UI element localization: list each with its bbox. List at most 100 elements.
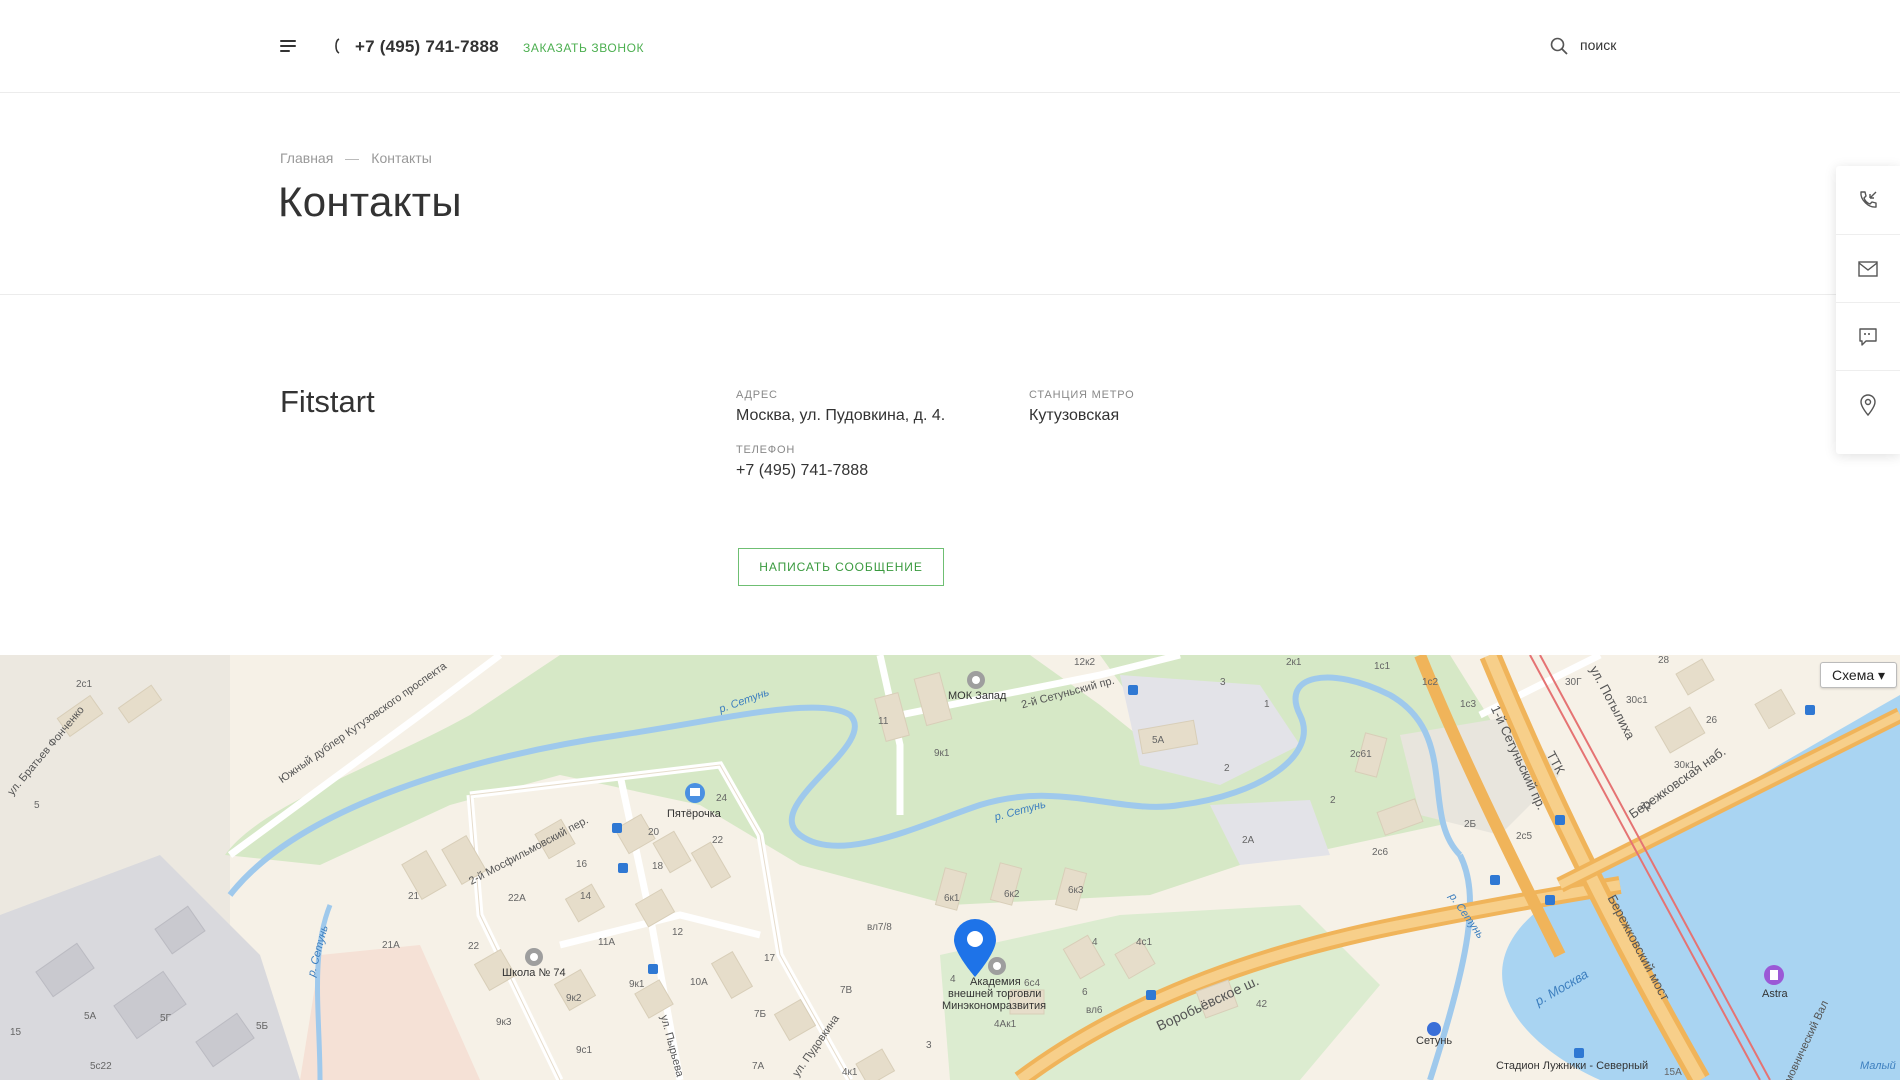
bus-stop-icon[interactable] [618,863,628,873]
menu-burger-icon[interactable] [280,40,296,52]
bus-stop-icon[interactable] [1490,875,1500,885]
shop-poi-icon[interactable] [685,783,705,803]
map-house-number: 32 [1640,801,1652,812]
map-house-number: 1с1 [1374,661,1391,672]
map-house-number: 17 [764,953,776,964]
map-house-number: 2Б [1464,819,1477,830]
phone-value[interactable]: +7 (495) 741-7888 [736,462,868,480]
address-label: АДРЕС [736,389,778,401]
map-house-number: 6к2 [1004,889,1020,900]
search-icon[interactable] [1550,37,1568,55]
bus-stop-icon[interactable] [1574,1048,1584,1058]
metro-station-icon[interactable] [1427,1022,1441,1036]
page-title: Контакты [278,178,462,225]
map-house-number: 2 [1224,763,1230,774]
bus-stop-icon[interactable] [1555,815,1565,825]
map-label-academy: внешней торговли [948,988,1042,1000]
map-house-number: 2с1 [76,679,93,690]
map-house-number: 9к2 [566,993,582,1004]
map-label-mok: МОК Запад [948,690,1007,702]
map-house-number: 6к3 [1068,885,1084,896]
map-house-number: 42 [1256,999,1268,1010]
write-message-button[interactable]: НАПИСАТЬ СООБЩЕНИЕ [738,548,944,586]
mok-poi-icon[interactable] [967,671,985,689]
map-house-number: 22 [712,835,724,846]
breadcrumb: Главная Контакты [280,150,432,166]
side-email-button[interactable] [1836,234,1900,302]
header-phone[interactable]: +7 (495) 741-7888 [355,37,499,57]
map-house-number: 9с1 [576,1045,593,1056]
map-house-number: 30к1 [1674,760,1696,771]
map-house-number: 11 [878,716,889,727]
mail-icon [1858,260,1878,277]
phone-icon [335,38,340,54]
map-house-number: 2с6 [1372,847,1389,858]
map-house-number: 2к1 [1286,657,1302,668]
bus-stop-icon[interactable] [1805,705,1815,715]
map-house-number: 20 [648,827,660,838]
map-house-number: 9к1 [934,748,950,759]
map-house-number: 18 [652,861,664,872]
map-house-number: 15А [1664,1067,1682,1078]
map-house-number: 22 [468,941,480,952]
fuel-poi-icon[interactable] [1764,965,1784,985]
map-house-number: 7А [752,1061,765,1072]
side-review-button[interactable] [1836,302,1900,370]
school-poi-icon[interactable] [525,948,543,966]
map-type-selector[interactable]: Схема ▾ [1820,662,1897,688]
bus-stop-icon[interactable] [612,823,622,833]
map-label-luzhniki: Стадион Лужники - Северный [1496,1060,1649,1072]
metro-label: СТАНЦИЯ МЕТРО [1029,389,1135,401]
map-house-number: 26 [1706,715,1718,726]
breadcrumb-current: Контакты [371,150,432,166]
map-house-number: 11А [598,937,616,948]
map-house-number: 2с61 [1350,749,1372,760]
map-label-academy: Академия [970,976,1021,988]
bus-stop-icon[interactable] [1128,685,1138,695]
map-label-academy: Минэкономразвития [942,1000,1047,1012]
breadcrumb-home[interactable]: Главная [280,150,333,166]
map-label-maly: Малый [1860,1060,1896,1072]
map-house-number: 22А [508,893,526,904]
map-house-number: 21А [382,940,400,951]
map-house-number: 14 [580,891,592,902]
map-house-number: 9к3 [496,1017,512,1028]
map-house-number: 6к1 [944,893,960,904]
callback-link[interactable]: ЗАКАЗАТЬ ЗВОНОК [523,41,644,55]
map-house-number: вл7/8 [867,922,892,933]
bus-stop-icon[interactable] [648,964,658,974]
map-house-number: 4Ак1 [994,1019,1017,1030]
map-house-number: 7Б [754,1009,767,1020]
map-house-number: 9к1 [629,979,645,990]
map-house-number: 2 [1330,795,1336,806]
map-house-number: 4 [1092,937,1098,948]
map-house-number: 2с5 [1516,831,1533,842]
map-label-setun-station: Сетунь [1416,1035,1453,1047]
map-house-number: 28 [1658,655,1670,666]
map-house-number: вл6 [1086,1005,1103,1016]
map-house-number: 24 [716,793,728,804]
location-map[interactable]: МОК Запад 2-й Сетуньский пр. р. Сетунь р… [0,655,1900,1080]
section-divider [0,294,1900,295]
academy-poi-icon[interactable] [988,957,1006,975]
map-house-number: 2А [1242,835,1255,846]
map-house-number: 12к2 [1074,657,1096,668]
map-house-number: 1 [1264,699,1270,710]
side-callback-button[interactable] [1836,166,1900,234]
bus-stop-icon[interactable] [1545,895,1555,905]
map-house-number: 15 [10,1027,22,1038]
side-location-button[interactable] [1836,370,1900,438]
search-label[interactable]: поиск [1580,37,1616,53]
map-house-number: 30Г [1565,677,1582,688]
map-house-number: 10А [690,977,708,988]
map-house-number: 5Б [256,1021,269,1032]
bus-stop-icon[interactable] [1146,990,1156,1000]
map-label-school: Школа № 74 [502,967,566,979]
map-house-number: 5Г [160,1013,171,1024]
map-house-number: 4 [950,974,956,985]
map-house-number: 3 [926,1040,932,1051]
map-house-number: 6с4 [1024,978,1041,989]
map-house-number: 6 [1082,987,1088,998]
map-house-number: 1с3 [1460,699,1477,710]
map-house-number: 5 [34,800,40,811]
